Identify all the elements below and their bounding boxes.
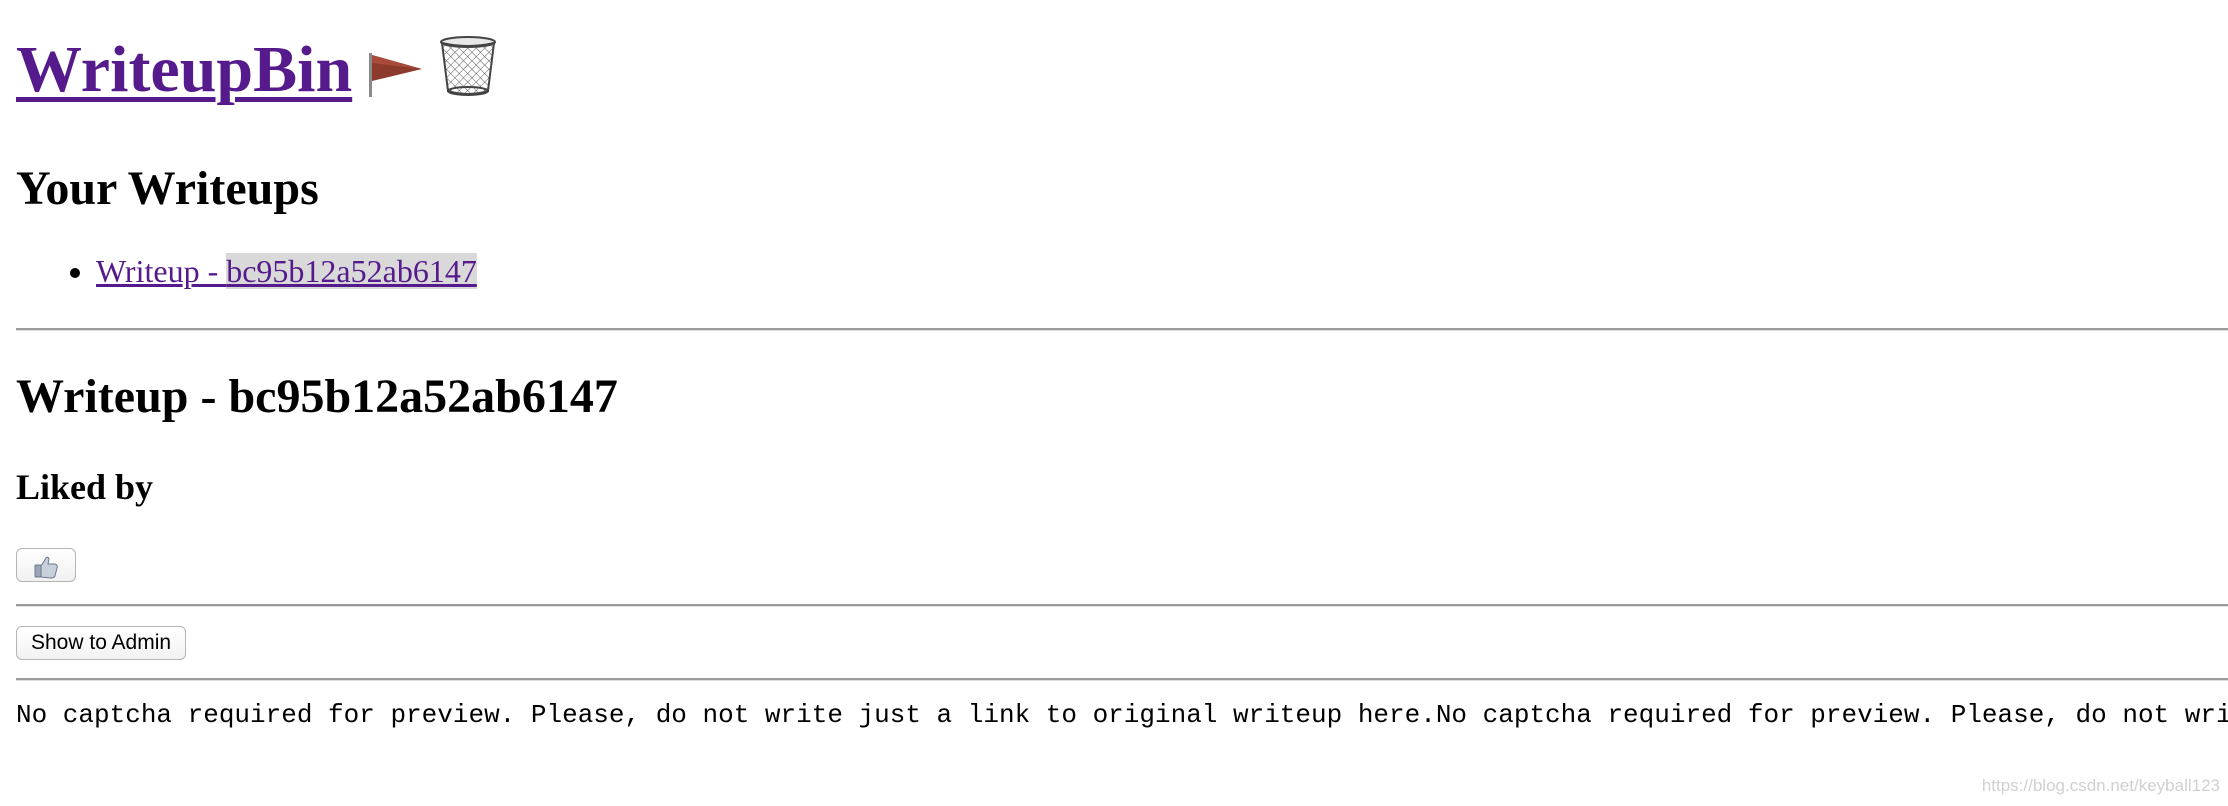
site-title-text: WriteupBin [16,33,353,106]
thumbs-up-icon [17,555,75,579]
divider [16,604,2228,607]
like-button[interactable] [16,548,76,582]
writeup-list: Writeup - bc95b12a52ab6147 [0,252,477,290]
writeup-link-id: bc95b12a52ab6147 [226,253,477,289]
writeup-link[interactable]: Writeup - bc95b12a52ab6147 [96,253,477,289]
divider [16,678,2228,681]
writeup-link-prefix: Writeup - [96,253,227,289]
writeup-title: Writeup - bc95b12a52ab6147 [16,370,618,423]
divider [16,328,2228,331]
watermark: https://blog.csdn.net/keyball123 [1981,776,2220,795]
liked-by-heading: Liked by [16,467,154,507]
your-writeups-heading: Your Writeups [16,162,319,215]
site-title: WriteupBin [16,30,498,115]
show-to-admin-button[interactable]: Show to Admin [16,626,187,660]
site-title-link[interactable]: WriteupBin [16,33,498,106]
wastebasket-icon [438,35,498,115]
triangular-flag-icon [366,36,424,115]
list-item: Writeup - bc95b12a52ab6147 [96,252,477,290]
writeup-content: No captcha required for preview. Please,… [16,700,2228,730]
